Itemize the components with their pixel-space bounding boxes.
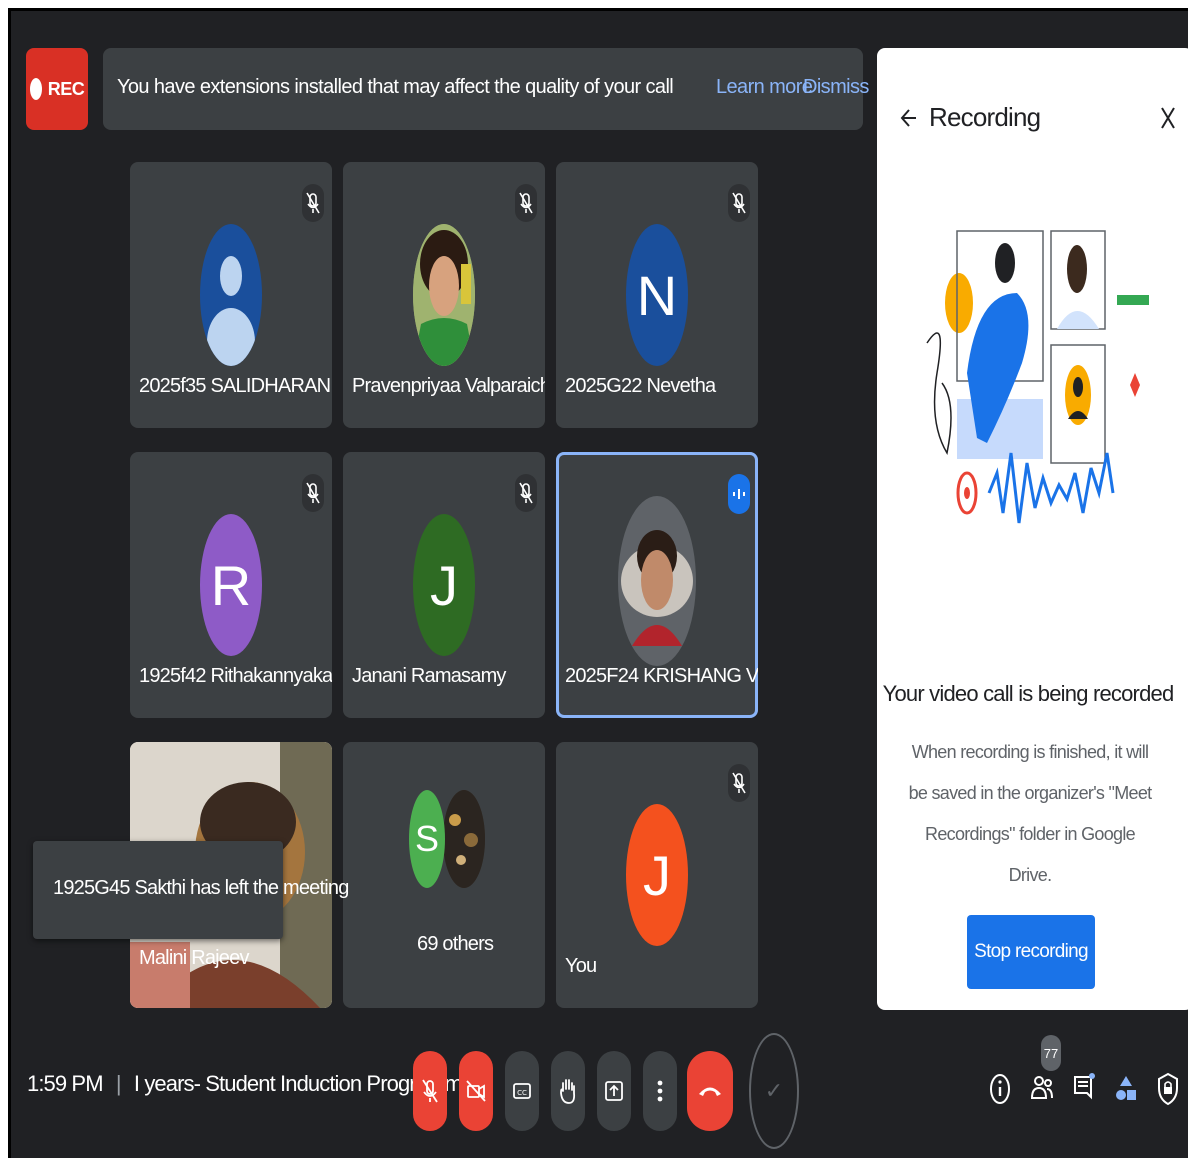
speaking-indicator-icon [728, 474, 750, 514]
recording-illustration [926, 230, 1149, 524]
avatar: J [626, 804, 688, 946]
learn-more-link[interactable]: Learn more [716, 76, 813, 99]
hand-icon [560, 1079, 576, 1104]
hang-up-icon [699, 1087, 721, 1096]
meeting-details-icon[interactable] [987, 1061, 1013, 1117]
back-arrow-icon[interactable] [899, 100, 919, 136]
avatar: R [200, 514, 262, 656]
mic-off-icon [302, 474, 324, 512]
meeting-time: 1:59 PM [27, 1071, 104, 1096]
participant-tile-self[interactable]: J You [556, 742, 758, 1008]
avatar [200, 224, 262, 366]
more-vert-icon [657, 1080, 663, 1102]
mic-off-icon [422, 1079, 438, 1103]
participant-tile[interactable]: N 2025G22 Nevetha [556, 162, 758, 428]
chat-icon[interactable] [1071, 1061, 1097, 1117]
microphone-toggle-button[interactable] [413, 1051, 447, 1131]
mic-off-icon [728, 184, 750, 222]
left-meeting-toast: 1925G45 Sakthi has left the meeting [33, 841, 349, 939]
activities-icon[interactable] [1113, 1061, 1139, 1117]
captions-icon: CC [513, 1083, 531, 1099]
recording-description: When recording is finished, it will be s… [908, 742, 1153, 885]
meet-window: REC You have extensions installed that m… [8, 8, 1188, 1158]
record-dot-icon [29, 78, 42, 100]
mic-off-icon [302, 184, 324, 222]
stop-recording-button[interactable]: Stop recording [967, 915, 1095, 989]
rec-label: REC [47, 78, 85, 99]
close-icon[interactable] [1158, 100, 1178, 136]
recording-panel: Recording Your video call is being recor… [877, 48, 1188, 1010]
leave-call-button[interactable] [687, 1051, 733, 1131]
avatar: J [413, 514, 475, 656]
camera-toggle-button[interactable] [459, 1051, 493, 1131]
mic-off-icon [515, 184, 537, 222]
participant-tile[interactable]: J Janani Ramasamy [343, 452, 545, 718]
mic-off-icon [728, 764, 750, 802]
participant-name: Malini Rajeev [139, 947, 249, 969]
host-controls-icon[interactable] [1155, 1061, 1181, 1117]
participant-tile[interactable]: 2025f35 SALIDHARAN .K [130, 162, 332, 428]
participant-tile[interactable]: R 1925f42 Rithakannyaka mani [130, 452, 332, 718]
profile-photo [618, 496, 696, 666]
raise-hand-button[interactable] [551, 1051, 585, 1131]
avatar: N [626, 224, 688, 366]
participant-name: Janani Ramasamy [352, 665, 506, 687]
participant-name: 1925f42 Rithakannyaka mani [139, 665, 332, 687]
camera-off-icon [466, 1080, 486, 1102]
participant-name: You [565, 955, 597, 977]
profile-photo [443, 790, 485, 888]
dismiss-link[interactable]: Dismiss [803, 76, 869, 99]
meeting-separator: | [115, 1071, 122, 1096]
present-icon [605, 1081, 623, 1101]
participant-name: 2025G22 Nevetha [565, 375, 716, 397]
banner-message: You have extensions installed that may a… [117, 76, 674, 98]
participant-tile[interactable]: Pravenpriyaa Valparaichandra... [343, 162, 545, 428]
check-overlay-icon: ✓ [749, 1033, 799, 1149]
toast-text: 1925G45 Sakthi has left the meeting [53, 877, 349, 899]
present-screen-button[interactable] [597, 1051, 631, 1131]
more-options-button[interactable] [643, 1051, 677, 1131]
svg-text:CC: CC [517, 1089, 527, 1097]
recording-heading: Your video call is being recorded [882, 681, 1175, 706]
participant-name: 2025F24 KRISHANG VIJAY [565, 665, 758, 687]
participant-tile-others[interactable]: S 69 others [343, 742, 545, 1008]
captions-button[interactable]: CC [505, 1051, 539, 1131]
mic-off-icon [515, 474, 537, 512]
meeting-info: 1:59 PM | I years- Student Induction Pro… [27, 1071, 474, 1097]
participant-name: 69 others [417, 933, 494, 955]
participant-name: 2025f35 SALIDHARAN .K [139, 375, 332, 397]
people-icon[interactable] [1029, 1061, 1055, 1117]
participant-tile-active-speaker[interactable]: 2025F24 KRISHANG VIJAY [556, 452, 758, 718]
panel-title: Recording [929, 102, 1041, 132]
profile-photo [413, 224, 475, 366]
avatar: S [409, 790, 445, 888]
extension-warning-banner: You have extensions installed that may a… [103, 48, 869, 130]
rec-indicator: REC [26, 48, 88, 130]
participant-name: Pravenpriyaa Valparaichandra... [352, 375, 545, 397]
